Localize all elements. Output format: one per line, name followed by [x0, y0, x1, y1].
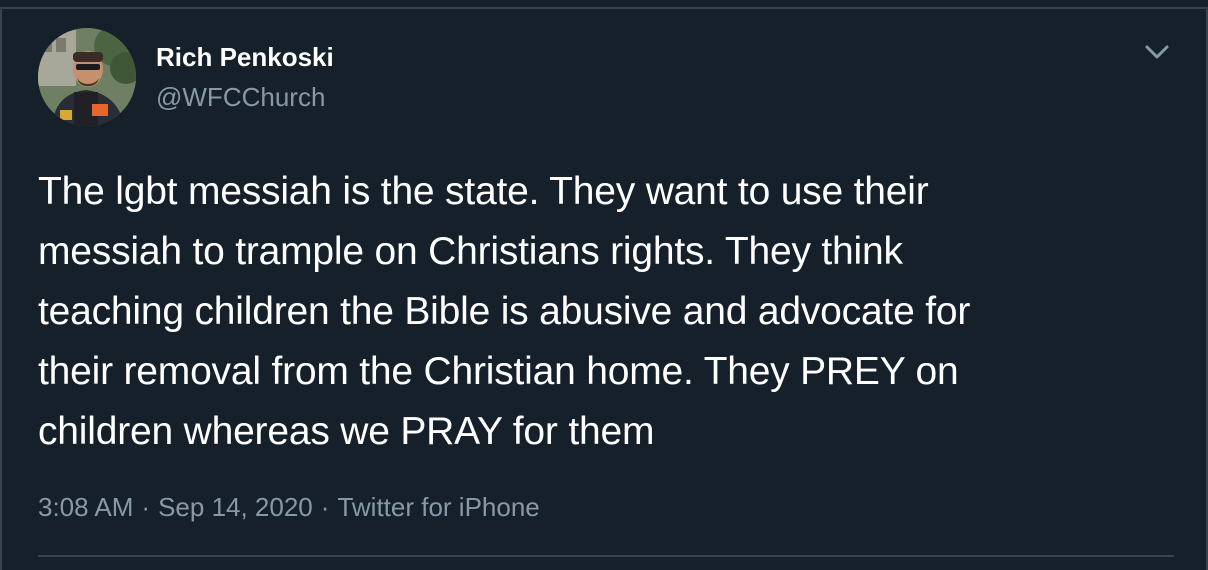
bottom-divider	[38, 555, 1174, 557]
meta-separator: ·	[320, 492, 330, 522]
top-border	[0, 7, 1208, 9]
tweet-time[interactable]: 3:08 AM	[38, 492, 133, 522]
tweet-source[interactable]: Twitter for iPhone	[337, 492, 539, 522]
display-name[interactable]: Rich Penkoski	[156, 41, 334, 73]
meta-separator: ·	[141, 492, 151, 522]
tweet-metadata: 3:08 AM · Sep 14, 2020 · Twitter for iPhone	[38, 491, 540, 523]
tweet-text: The lgbt messiah is the state. They want…	[38, 170, 971, 453]
left-border	[0, 7, 2, 570]
chevron-down-icon[interactable]	[1140, 38, 1174, 68]
avatar[interactable]	[38, 28, 136, 126]
avatar-image	[38, 28, 136, 126]
tweet-date[interactable]: Sep 14, 2020	[158, 492, 313, 522]
user-handle[interactable]: @WFCChurch	[156, 81, 325, 113]
